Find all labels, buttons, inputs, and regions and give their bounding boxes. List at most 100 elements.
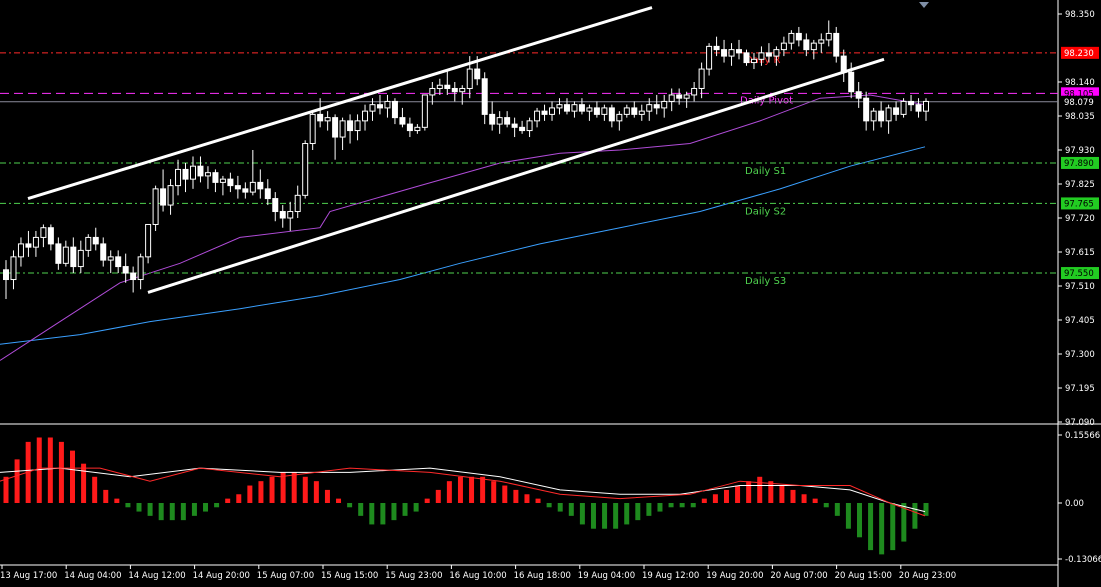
candle-bear (481, 78, 488, 115)
price-tick-label: 97.090 (1065, 418, 1095, 425)
level-label-2: Daily S1 (745, 166, 786, 177)
candle-bull (152, 188, 159, 225)
ema-slow-line (0, 146, 926, 345)
candle-bear (234, 185, 241, 190)
candle-bull (683, 94, 690, 99)
candle-bull (750, 58, 757, 64)
candle-bear (908, 100, 915, 106)
candle-bull (788, 32, 795, 44)
candle-bear (631, 107, 638, 115)
candle-bear (893, 107, 900, 115)
price-chart[interactable]: 98.350 98.140 98.035 97.930 97.825 97.720 97.6… (0, 0, 1101, 425)
price-tick-label: 97.195 (1065, 384, 1095, 394)
candle-bear (257, 181, 264, 190)
candle-bull (758, 52, 765, 60)
candle-bull (885, 107, 892, 122)
candle-bear (115, 256, 122, 268)
candle-bull (436, 84, 443, 89)
time-tick-label: 14 Aug 12:00 (128, 571, 185, 581)
candle-bull (810, 42, 817, 51)
time-tick-label: 15 Aug 07:00 (257, 571, 314, 581)
candle-bull (302, 143, 309, 196)
candle-bear (347, 120, 354, 132)
candle-bear (47, 227, 54, 245)
candle-bull (459, 87, 466, 93)
price-tick-label: 97.930 (1065, 146, 1095, 156)
candle-bear (563, 104, 570, 112)
candle-bear (25, 243, 32, 248)
candle-bear (721, 49, 728, 57)
candle-bull (219, 178, 226, 183)
candle-bear (855, 91, 862, 99)
candle-bull (175, 168, 182, 187)
trend-channel-line-0[interactable] (27, 6, 653, 201)
candle-bear (489, 113, 496, 125)
candle-bull (825, 32, 832, 41)
price-tick-label: 98.140 (1065, 78, 1095, 88)
candle-bull (107, 256, 114, 261)
candle-bull (623, 107, 630, 115)
time-tick-label: 14 Aug 04:00 (64, 571, 121, 581)
candle-bull (661, 100, 668, 109)
candle-bull (691, 87, 698, 96)
shift-marker-icon[interactable] (919, 2, 929, 8)
price-tick-label: 97.825 (1065, 180, 1095, 190)
candle-bull (77, 249, 84, 268)
candle-bull (601, 107, 608, 115)
level-price-tag-text-2: 97.890 (1064, 159, 1094, 169)
candle-bull (616, 113, 623, 122)
candle-bear (803, 39, 810, 51)
trading-chart[interactable]: 98.350 98.140 98.035 97.930 97.825 97.720 97.6… (0, 0, 1101, 587)
candle-bear (160, 188, 167, 206)
level-price-tag-text-0: 98.230 (1064, 49, 1094, 59)
candle-bear (444, 84, 451, 89)
candle-bear (70, 246, 77, 268)
candle-bear (242, 188, 249, 193)
time-tick-label: 15 Aug 15:00 (321, 571, 378, 581)
candle-bull (780, 42, 787, 51)
candle-bull (62, 246, 69, 264)
candle-bull (85, 236, 92, 251)
candle-bear (92, 236, 99, 245)
candle-bull (362, 110, 369, 122)
candle-bull (773, 49, 780, 57)
bid-price-text: 98.079 (1064, 98, 1094, 108)
candle-bear (736, 49, 743, 54)
candle-bull (204, 172, 211, 177)
candle-bull (706, 45, 713, 70)
candle-bear (227, 178, 234, 187)
candle-bull (429, 87, 436, 96)
candle-bear (863, 97, 870, 122)
candle-bull (586, 107, 593, 112)
candle-bull (32, 236, 39, 248)
candle-bull (384, 100, 391, 109)
time-tick-label: 16 Aug 18:00 (514, 571, 571, 581)
candle-bear (122, 266, 129, 274)
candle-bear (406, 123, 413, 132)
candle-bear (130, 272, 137, 281)
candle-bear (391, 100, 398, 119)
candle-bear (197, 165, 204, 177)
candle-bull (466, 68, 473, 89)
candle-bear (317, 113, 324, 122)
candle-bull (549, 107, 556, 115)
time-tick-label: 16 Aug 10:00 (449, 571, 506, 581)
ema-fast-line (0, 94, 926, 361)
price-tick-label: 98.350 (1065, 10, 1095, 20)
candle-bear (713, 45, 720, 51)
candle-bull (526, 120, 533, 132)
time-tick-label: 14 Aug 20:00 (193, 571, 250, 581)
candle-bull (646, 104, 653, 112)
time-tick-label: 15 Aug 23:00 (385, 571, 442, 581)
time-tick-label: 19 Aug 04:00 (578, 571, 635, 581)
candle-bull (339, 120, 346, 138)
macd-panel[interactable]: 0.15566 0.00 -0.13066 13 Aug 17:00 14 Aug 04… (0, 425, 1101, 587)
candle-bull (10, 256, 17, 281)
candle-bull (145, 223, 152, 258)
level-label-4: Daily S3 (745, 276, 786, 287)
candle-bull (354, 120, 361, 132)
candle-bear (915, 104, 922, 112)
candle-bear (765, 52, 772, 57)
candle-bear (474, 68, 481, 80)
candle-bull (534, 110, 541, 122)
